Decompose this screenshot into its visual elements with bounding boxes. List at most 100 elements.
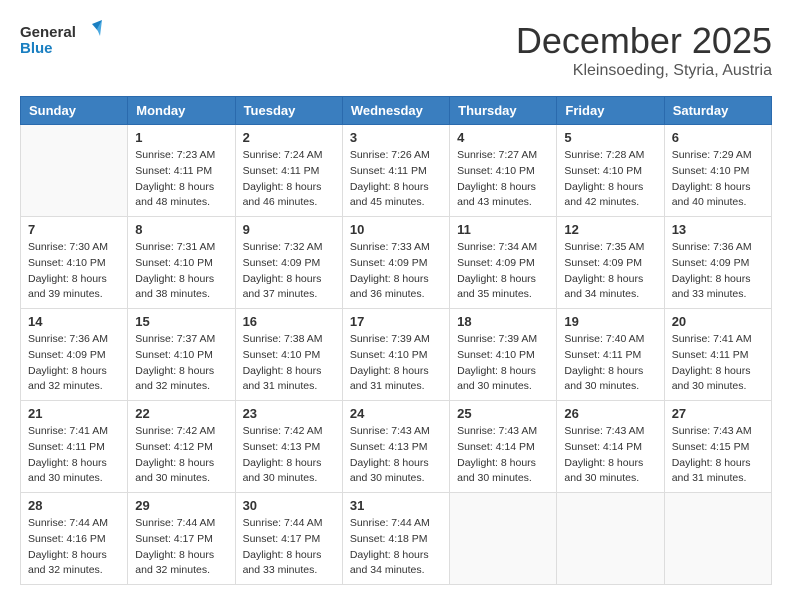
day-number: 10 xyxy=(350,222,442,237)
daylight-text: Daylight: 8 hours and 36 minutes. xyxy=(350,272,442,304)
column-header-friday: Friday xyxy=(557,97,664,125)
daylight-text: Daylight: 8 hours and 30 minutes. xyxy=(672,364,764,396)
day-info: Sunrise: 7:28 AMSunset: 4:10 PMDaylight:… xyxy=(564,148,656,211)
day-number: 23 xyxy=(243,406,335,421)
day-info: Sunrise: 7:34 AMSunset: 4:09 PMDaylight:… xyxy=(457,240,549,303)
day-info: Sunrise: 7:36 AMSunset: 4:09 PMDaylight:… xyxy=(672,240,764,303)
calendar-cell: 4Sunrise: 7:27 AMSunset: 4:10 PMDaylight… xyxy=(450,125,557,217)
day-info: Sunrise: 7:39 AMSunset: 4:10 PMDaylight:… xyxy=(457,332,549,395)
daylight-text: Daylight: 8 hours and 45 minutes. xyxy=(350,180,442,212)
sunrise-text: Sunrise: 7:30 AM xyxy=(28,240,120,256)
day-number: 5 xyxy=(564,130,656,145)
sunset-text: Sunset: 4:18 PM xyxy=(350,532,442,548)
daylight-text: Daylight: 8 hours and 30 minutes. xyxy=(135,456,227,488)
day-number: 14 xyxy=(28,314,120,329)
daylight-text: Daylight: 8 hours and 40 minutes. xyxy=(672,180,764,212)
calendar-cell: 27Sunrise: 7:43 AMSunset: 4:15 PMDayligh… xyxy=(664,401,771,493)
calendar-cell: 10 Sunrise: 7:33 AMSunset: 4:09 PMDayligh… xyxy=(342,217,449,309)
sunset-text: Sunset: 4:12 PM xyxy=(135,440,227,456)
day-number: 2 xyxy=(243,130,335,145)
sunrise-text: Sunrise: 7:43 AM xyxy=(564,424,656,440)
sunset-text: Sunset: 4:10 PM xyxy=(457,348,549,364)
week-row-3: 14Sunrise: 7:36 AMSunset: 4:09 PMDayligh… xyxy=(21,309,772,401)
title-area: December 2025 Kleinsoeding, Styria, Aust… xyxy=(516,20,772,80)
sunrise-text: Sunrise: 7:33 AM xyxy=(350,240,442,256)
day-info: Sunrise: 7:33 AMSunset: 4:09 PMDaylight:… xyxy=(350,240,442,303)
calendar-cell: 18Sunrise: 7:39 AMSunset: 4:10 PMDayligh… xyxy=(450,309,557,401)
sunrise-text: Sunrise: 7:36 AM xyxy=(28,332,120,348)
sunset-text: Sunset: 4:11 PM xyxy=(672,348,764,364)
daylight-text: Daylight: 8 hours and 34 minutes. xyxy=(350,548,442,580)
sunrise-text: Sunrise: 7:41 AM xyxy=(672,332,764,348)
sunset-text: Sunset: 4:16 PM xyxy=(28,532,120,548)
calendar-cell: 8Sunrise: 7:31 AMSunset: 4:10 PMDaylight… xyxy=(128,217,235,309)
day-number: 12 xyxy=(564,222,656,237)
daylight-text: Daylight: 8 hours and 39 minutes. xyxy=(28,272,120,304)
day-info: Sunrise: 7:44 AMSunset: 4:16 PMDaylight:… xyxy=(28,516,120,579)
logo-svg: GeneralBlue xyxy=(20,20,110,62)
week-row-1: 1Sunrise: 7:23 AMSunset: 4:11 PMDaylight… xyxy=(21,125,772,217)
sunrise-text: Sunrise: 7:38 AM xyxy=(243,332,335,348)
calendar-cell: 14 Sunrise: 7:36 AMSunset: 4:09 PMDayligh… xyxy=(21,309,128,401)
day-number: 20 xyxy=(672,314,764,329)
sunrise-text: Sunrise: 7:41 AM xyxy=(28,424,120,440)
day-info: Sunrise: 7:32 AMSunset: 4:09 PMDaylight:… xyxy=(243,240,335,303)
calendar-cell: 12 Sunrise: 7:35 AMSunset: 4:09 PMDayligh… xyxy=(557,217,664,309)
day-info: Sunrise: 7:44 AMSunset: 4:18 PMDaylight:… xyxy=(350,516,442,579)
calendar-cell: 1Sunrise: 7:23 AMSunset: 4:11 PMDaylight… xyxy=(128,125,235,217)
day-info: Sunrise: 7:31 AMSunset: 4:10 PMDaylight:… xyxy=(135,240,227,303)
day-number: 28 xyxy=(28,498,120,513)
daylight-text: Daylight: 8 hours and 33 minutes. xyxy=(243,548,335,580)
day-number: 29 xyxy=(135,498,227,513)
calendar-cell: 15Sunrise: 7:37 AMSunset: 4:10 PMDayligh… xyxy=(128,309,235,401)
sunset-text: Sunset: 4:14 PM xyxy=(457,440,549,456)
calendar-cell: 3Sunrise: 7:26 AMSunset: 4:11 PMDaylight… xyxy=(342,125,449,217)
sunset-text: Sunset: 4:09 PM xyxy=(564,256,656,272)
day-info: Sunrise: 7:30 AMSunset: 4:10 PMDaylight:… xyxy=(28,240,120,303)
calendar-cell: 29 Sunrise: 7:44 AMSunset: 4:17 PMDayligh… xyxy=(128,493,235,585)
daylight-text: Daylight: 8 hours and 33 minutes. xyxy=(672,272,764,304)
sunrise-text: Sunrise: 7:40 AM xyxy=(564,332,656,348)
daylight-text: Daylight: 8 hours and 32 minutes. xyxy=(28,364,120,396)
column-header-thursday: Thursday xyxy=(450,97,557,125)
day-number: 6 xyxy=(672,130,764,145)
sunrise-text: Sunrise: 7:44 AM xyxy=(28,516,120,532)
svg-text:General: General xyxy=(20,24,76,41)
day-info: Sunrise: 7:40 AMSunset: 4:11 PMDaylight:… xyxy=(564,332,656,395)
column-header-monday: Monday xyxy=(128,97,235,125)
sunrise-text: Sunrise: 7:39 AM xyxy=(350,332,442,348)
sunset-text: Sunset: 4:09 PM xyxy=(28,348,120,364)
sunrise-text: Sunrise: 7:39 AM xyxy=(457,332,549,348)
daylight-text: Daylight: 8 hours and 31 minutes. xyxy=(350,364,442,396)
day-info: Sunrise: 7:43 AMSunset: 4:14 PMDaylight:… xyxy=(457,424,549,487)
calendar-cell: 5 Sunrise: 7:28 AMSunset: 4:10 PMDaylight… xyxy=(557,125,664,217)
sunset-text: Sunset: 4:13 PM xyxy=(243,440,335,456)
location-title: Kleinsoeding, Styria, Austria xyxy=(516,62,772,80)
sunrise-text: Sunrise: 7:27 AM xyxy=(457,148,549,164)
day-number: 13 xyxy=(672,222,764,237)
week-row-5: 28Sunrise: 7:44 AMSunset: 4:16 PMDayligh… xyxy=(21,493,772,585)
day-number: 7 xyxy=(28,222,120,237)
sunset-text: Sunset: 4:15 PM xyxy=(672,440,764,456)
day-info: Sunrise: 7:37 AMSunset: 4:10 PMDaylight:… xyxy=(135,332,227,395)
daylight-text: Daylight: 8 hours and 30 minutes. xyxy=(457,456,549,488)
day-info: Sunrise: 7:35 AMSunset: 4:09 PMDaylight:… xyxy=(564,240,656,303)
sunset-text: Sunset: 4:14 PM xyxy=(564,440,656,456)
day-number: 24 xyxy=(350,406,442,421)
calendar-cell: 23 Sunrise: 7:42 AMSunset: 4:13 PMDayligh… xyxy=(235,401,342,493)
calendar-cell xyxy=(450,493,557,585)
day-number: 21 xyxy=(28,406,120,421)
sunset-text: Sunset: 4:11 PM xyxy=(243,164,335,180)
sunset-text: Sunset: 4:10 PM xyxy=(135,256,227,272)
calendar-cell: 6Sunrise: 7:29 AMSunset: 4:10 PMDaylight… xyxy=(664,125,771,217)
day-info: Sunrise: 7:44 AMSunset: 4:17 PMDaylight:… xyxy=(135,516,227,579)
day-info: Sunrise: 7:24 AMSunset: 4:11 PMDaylight:… xyxy=(243,148,335,211)
day-info: Sunrise: 7:42 AMSunset: 4:13 PMDaylight:… xyxy=(243,424,335,487)
sunset-text: Sunset: 4:11 PM xyxy=(135,164,227,180)
calendar-cell: 28 Sunrise: 7:44 AMSunset: 4:16 PMDayligh… xyxy=(21,493,128,585)
daylight-text: Daylight: 8 hours and 32 minutes. xyxy=(135,548,227,580)
sunset-text: Sunset: 4:10 PM xyxy=(243,348,335,364)
day-info: Sunrise: 7:43 AMSunset: 4:15 PMDaylight:… xyxy=(672,424,764,487)
sunrise-text: Sunrise: 7:43 AM xyxy=(350,424,442,440)
day-number: 31 xyxy=(350,498,442,513)
